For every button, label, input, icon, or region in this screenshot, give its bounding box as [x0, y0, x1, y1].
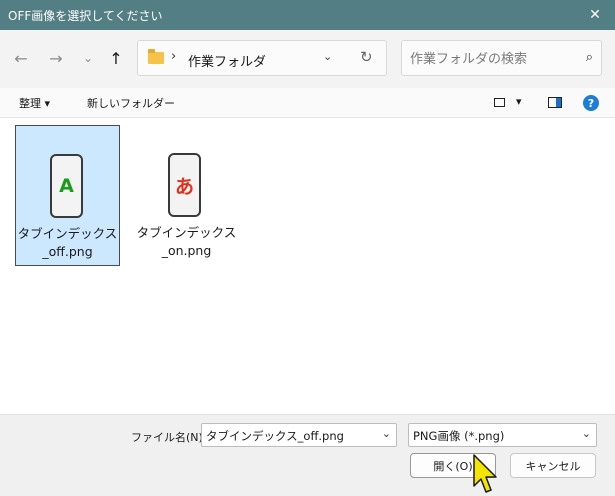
chevron-down-icon[interactable]: ⌄ [382, 427, 391, 440]
filename-field[interactable]: タブインデックス_off.png [206, 428, 344, 444]
file-item[interactable]: A タブインデックス _off.png [15, 125, 120, 266]
file-name-line: _on.png [161, 243, 212, 258]
mouse-cursor-icon [473, 454, 497, 493]
file-name-line: タブインデックス [17, 226, 118, 241]
file-icon-glyph: あ [174, 175, 194, 198]
folder-icon [148, 49, 164, 64]
search-input[interactable] [410, 49, 570, 69]
file-icon-glyph: A [59, 175, 74, 197]
address-bar[interactable]: › 作業フォルダ ⌄ ↻ [137, 40, 387, 76]
file-name-line: タブインデックス [136, 225, 237, 240]
close-icon[interactable]: ✕ [575, 0, 615, 30]
organize-button[interactable]: 整理 ▾ [19, 95, 50, 111]
recent-locations-icon[interactable]: ⌄ [76, 46, 100, 70]
view-icon [494, 98, 505, 107]
filename-label: ファイル名(N): [131, 431, 207, 444]
filetype-value: PNG画像 (*.png) [413, 429, 505, 443]
navigation-bar: ← → ⌄ ↑ › 作業フォルダ ⌄ ↻ ⌕ [0, 30, 615, 88]
up-arrow-icon[interactable]: ↑ [104, 46, 128, 70]
help-icon[interactable]: ? [583, 95, 599, 111]
file-list: A タブインデックス _off.png あ タブインデックス _on.png [0, 118, 615, 414]
breadcrumb-current-folder[interactable]: 作業フォルダ [188, 51, 266, 70]
breadcrumb-separator-icon: › [171, 49, 177, 64]
search-box[interactable]: ⌕ [401, 40, 602, 76]
refresh-icon[interactable]: ↻ [360, 48, 373, 66]
chevron-down-icon[interactable]: ⌄ [582, 427, 591, 440]
dialog-footer: ファイル名(N): タブインデックス_off.png ⌄ PNG画像 (*.pn… [0, 414, 615, 496]
search-icon[interactable]: ⌕ [586, 50, 593, 65]
filetype-select[interactable]: PNG画像 (*.png) ⌄ [408, 423, 597, 447]
preview-pane-button[interactable] [548, 97, 562, 108]
title-bar: OFF画像を選択してください ✕ [0, 0, 615, 30]
view-dropdown-icon[interactable]: ▾ [516, 95, 522, 108]
filename-combobox[interactable]: タブインデックス_off.png ⌄ [201, 423, 397, 447]
png-file-icon: A [50, 154, 83, 218]
file-name: タブインデックス _off.png [16, 225, 119, 261]
file-item[interactable]: あ タブインデックス _on.png [134, 125, 239, 266]
address-dropdown-icon[interactable]: ⌄ [323, 50, 332, 63]
command-toolbar: 整理 ▾ 新しいフォルダー ▾ ? [0, 88, 615, 118]
forward-arrow-icon[interactable]: → [44, 46, 68, 70]
file-name-line: _off.png [42, 244, 93, 259]
new-folder-button[interactable]: 新しいフォルダー [87, 95, 175, 111]
back-arrow-icon[interactable]: ← [9, 46, 33, 70]
png-file-icon: あ [168, 153, 201, 217]
file-name: タブインデックス _on.png [134, 224, 239, 260]
cancel-button[interactable]: キャンセル [510, 453, 596, 478]
window-title: OFF画像を選択してください [8, 9, 163, 23]
preview-pane-icon [548, 97, 562, 108]
view-options-button[interactable] [494, 98, 505, 107]
